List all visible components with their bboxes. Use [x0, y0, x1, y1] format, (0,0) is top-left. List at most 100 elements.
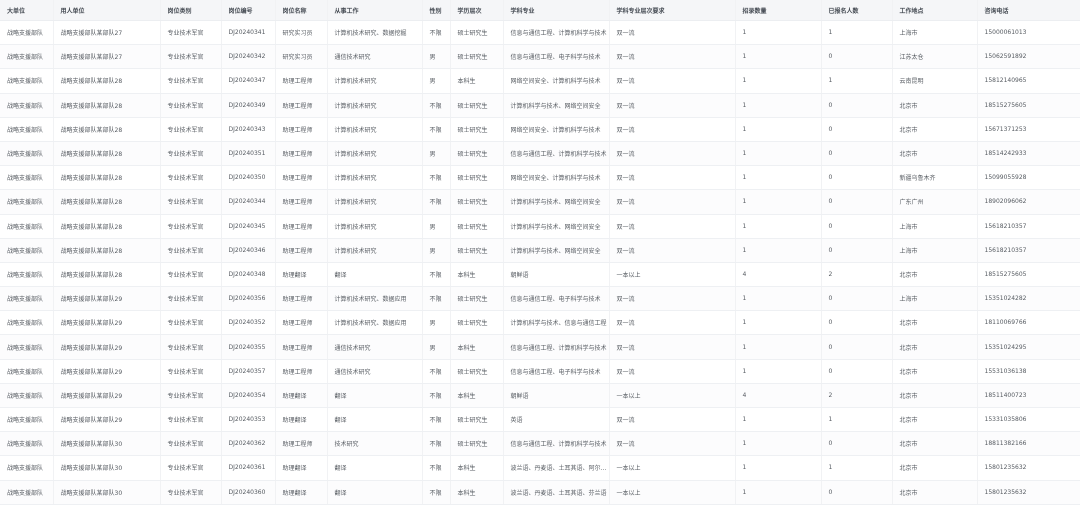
- header-major[interactable]: 学科专业: [503, 0, 610, 21]
- header-gender[interactable]: 性别: [422, 0, 451, 21]
- table-row[interactable]: 战略支援部队 战略支援部队某部队28 专业技术军官 DJ20240348 助理翻译 翻译不…: [0, 262, 1080, 288]
- table-row[interactable]: 战略支援部队 战略支援部队某部队28 专业技术军官 DJ20240345 助理工程师 计算…: [0, 214, 1080, 239]
- header-major-level[interactable]: 学科专业层次要求: [609, 0, 736, 21]
- cell-employer: 战略支援部队某部队29: [53, 286, 161, 312]
- cell-unit: 战略支援部队: [0, 262, 54, 288]
- cell-applicants: 0: [821, 310, 893, 336]
- cell-applicants: 0: [821, 359, 893, 384]
- cell-major: 网络空间安全、计算机科学与技术: [503, 165, 610, 191]
- cell-quota: 1: [735, 431, 822, 457]
- header-location[interactable]: 工作地点: [892, 0, 978, 21]
- table-row[interactable]: 战略支援部队 战略支援部队某部队28 专业技术军官 DJ20240343 助理工程师 计算…: [0, 117, 1080, 142]
- cell-applicants: 0: [821, 238, 893, 263]
- header-employer[interactable]: 用人单位: [53, 0, 161, 21]
- cell-major-level: 双一流: [609, 93, 736, 118]
- cell-employer: 战略支援部队某部队27: [53, 44, 161, 70]
- cell-major-level: 双一流: [609, 44, 736, 70]
- header-job-id[interactable]: 岗位编号: [221, 0, 276, 21]
- table-row[interactable]: 战略支援部队 战略支援部队某部队29 专业技术军官 DJ20240353 助理翻译 翻译不…: [0, 407, 1080, 433]
- table-row[interactable]: 战略支援部队 战略支援部队某部队29 专业技术军官 DJ20240356 助理工程师 计算…: [0, 286, 1080, 312]
- cell-work: 计算机技术研究: [327, 238, 423, 263]
- cell-applicants: 1: [821, 68, 893, 94]
- cell-phone: 15331035806: [977, 407, 1080, 433]
- cell-job-title: 助理翻译: [275, 383, 328, 409]
- cell-location: 北京市: [892, 310, 978, 336]
- header-work[interactable]: 从事工作: [327, 0, 423, 21]
- table-row[interactable]: 战略支援部队 战略支援部队某部队27 专业技术军官 DJ20240341 研究实习员 计算…: [0, 20, 1080, 46]
- cell-job-title: 研究实习员: [275, 20, 328, 46]
- cell-education: 硕士研究生: [450, 310, 504, 336]
- job-table-container: 大单位 用人单位 岗位类别 岗位编号 岗位名称 从事工作 性别 学历层次 学科专业 学科专业层次要…: [0, 0, 1080, 505]
- table-row[interactable]: 战略支援部队 战略支援部队某部队28 专业技术军官 DJ20240346 助理工程师 计算…: [0, 238, 1080, 263]
- header-job-title[interactable]: 岗位名称: [275, 0, 328, 21]
- cell-major: 信息与通信工程、电子科学与技术: [503, 44, 610, 70]
- cell-applicants: 2: [821, 383, 893, 409]
- cell-education: 硕士研究生: [450, 407, 504, 433]
- cell-major-level: 双一流: [609, 310, 736, 336]
- cell-work: 翻译: [327, 262, 423, 288]
- cell-job-id: DJ20240353: [221, 407, 276, 433]
- cell-major: 信息与通信工程、计算机科学与技术: [503, 431, 610, 457]
- cell-major: 英语: [503, 407, 610, 433]
- cell-education: 硕士研究生: [450, 20, 504, 46]
- table-row[interactable]: 战略支援部队 战略支援部队某部队28 专业技术军官 DJ20240350 助理工程师 计算…: [0, 165, 1080, 191]
- cell-job-id: DJ20240351: [221, 141, 276, 167]
- cell-major: 信息与通信工程、电子科学与技术: [503, 359, 610, 384]
- cell-gender: 不限: [422, 20, 451, 46]
- cell-unit: 战略支援部队: [0, 165, 54, 191]
- cell-quota: 1: [735, 93, 822, 118]
- table-row[interactable]: 战略支援部队 战略支援部队某部队28 专业技术军官 DJ20240344 助理工程师 计算…: [0, 189, 1080, 215]
- cell-unit: 战略支援部队: [0, 383, 54, 409]
- cell-work: 翻译: [327, 480, 423, 505]
- table-row[interactable]: 战略支援部队 战略支援部队某部队27 专业技术军官 DJ20240342 研究实习员 通信…: [0, 44, 1080, 70]
- cell-education: 硕士研究生: [450, 286, 504, 312]
- cell-work: 计算机技术研究、数据应用: [327, 310, 423, 336]
- table-row[interactable]: 战略支援部队 战略支援部队某部队30 专业技术军官 DJ20240361 助理翻译 翻译不…: [0, 455, 1080, 481]
- cell-employer: 战略支援部队某部队28: [53, 93, 161, 118]
- cell-education: 本科生: [450, 383, 504, 409]
- cell-work: 计算机技术研究: [327, 165, 423, 191]
- cell-category: 专业技术军官: [160, 334, 222, 360]
- table-row[interactable]: 战略支援部队 战略支援部队某部队28 专业技术军官 DJ20240351 助理工程师 计算…: [0, 141, 1080, 167]
- cell-phone: 15671371253: [977, 117, 1080, 142]
- cell-quota: 1: [735, 310, 822, 336]
- header-phone[interactable]: 咨询电话: [977, 0, 1080, 21]
- cell-employer: 战略支援部队某部队27: [53, 20, 161, 46]
- cell-phone: 18110069766: [977, 310, 1080, 336]
- table-row[interactable]: 战略支援部队 战略支援部队某部队30 专业技术军官 DJ20240362 助理工程师 技术…: [0, 431, 1080, 457]
- table-row[interactable]: 战略支援部队 战略支援部队某部队28 专业技术军官 DJ20240349 助理工程师 计算…: [0, 93, 1080, 118]
- cell-major-level: 双一流: [609, 141, 736, 167]
- cell-employer: 战略支援部队某部队28: [53, 117, 161, 142]
- cell-quota: 1: [735, 44, 822, 70]
- cell-major-level: 一本以上: [609, 262, 736, 288]
- cell-location: 上海市: [892, 238, 978, 263]
- cell-job-title: 助理工程师: [275, 68, 328, 94]
- header-quota[interactable]: 招录数量: [735, 0, 822, 21]
- cell-phone: 15000061013: [977, 20, 1080, 46]
- cell-major: 信息与通信工程、计算机科学与技术: [503, 20, 610, 46]
- table-row[interactable]: 战略支援部队 战略支援部队某部队28 专业技术军官 DJ20240347 助理工程师 计算…: [0, 68, 1080, 94]
- cell-major-level: 双一流: [609, 334, 736, 360]
- cell-quota: 1: [735, 20, 822, 46]
- cell-major-level: 双一流: [609, 407, 736, 433]
- cell-gender: 不限: [422, 262, 451, 288]
- cell-location: 北京市: [892, 383, 978, 409]
- cell-location: 北京市: [892, 359, 978, 384]
- header-category[interactable]: 岗位类别: [160, 0, 222, 21]
- cell-work: 翻译: [327, 383, 423, 409]
- table-row[interactable]: 战略支援部队 战略支援部队某部队29 专业技术军官 DJ20240357 助理工程师 通信…: [0, 359, 1080, 384]
- table-row[interactable]: 战略支援部队 战略支援部队某部队29 专业技术军官 DJ20240354 助理翻译 翻译不…: [0, 383, 1080, 409]
- table-row[interactable]: 战略支援部队 战略支援部队某部队29 专业技术军官 DJ20240355 助理工程师 通信…: [0, 334, 1080, 360]
- cell-major-level: 双一流: [609, 238, 736, 263]
- table-row[interactable]: 战略支援部队 战略支援部队某部队30 专业技术军官 DJ20240360 助理翻译 翻译不…: [0, 480, 1080, 505]
- cell-phone: 15099055928: [977, 165, 1080, 191]
- cell-phone: 15531036138: [977, 359, 1080, 384]
- cell-phone: 15618210357: [977, 238, 1080, 263]
- cell-work: 计算机技术研究、数据挖掘: [327, 20, 423, 46]
- header-education[interactable]: 学历层次: [450, 0, 504, 21]
- header-unit[interactable]: 大单位: [0, 0, 54, 21]
- table-row[interactable]: 战略支援部队 战略支援部队某部队29 专业技术军官 DJ20240352 助理工程师 计算…: [0, 310, 1080, 336]
- cell-major: 计算机科学与技术、信息与通信工程: [503, 310, 610, 336]
- header-applicants[interactable]: 已报名人数: [821, 0, 893, 21]
- cell-gender: 不限: [422, 480, 451, 505]
